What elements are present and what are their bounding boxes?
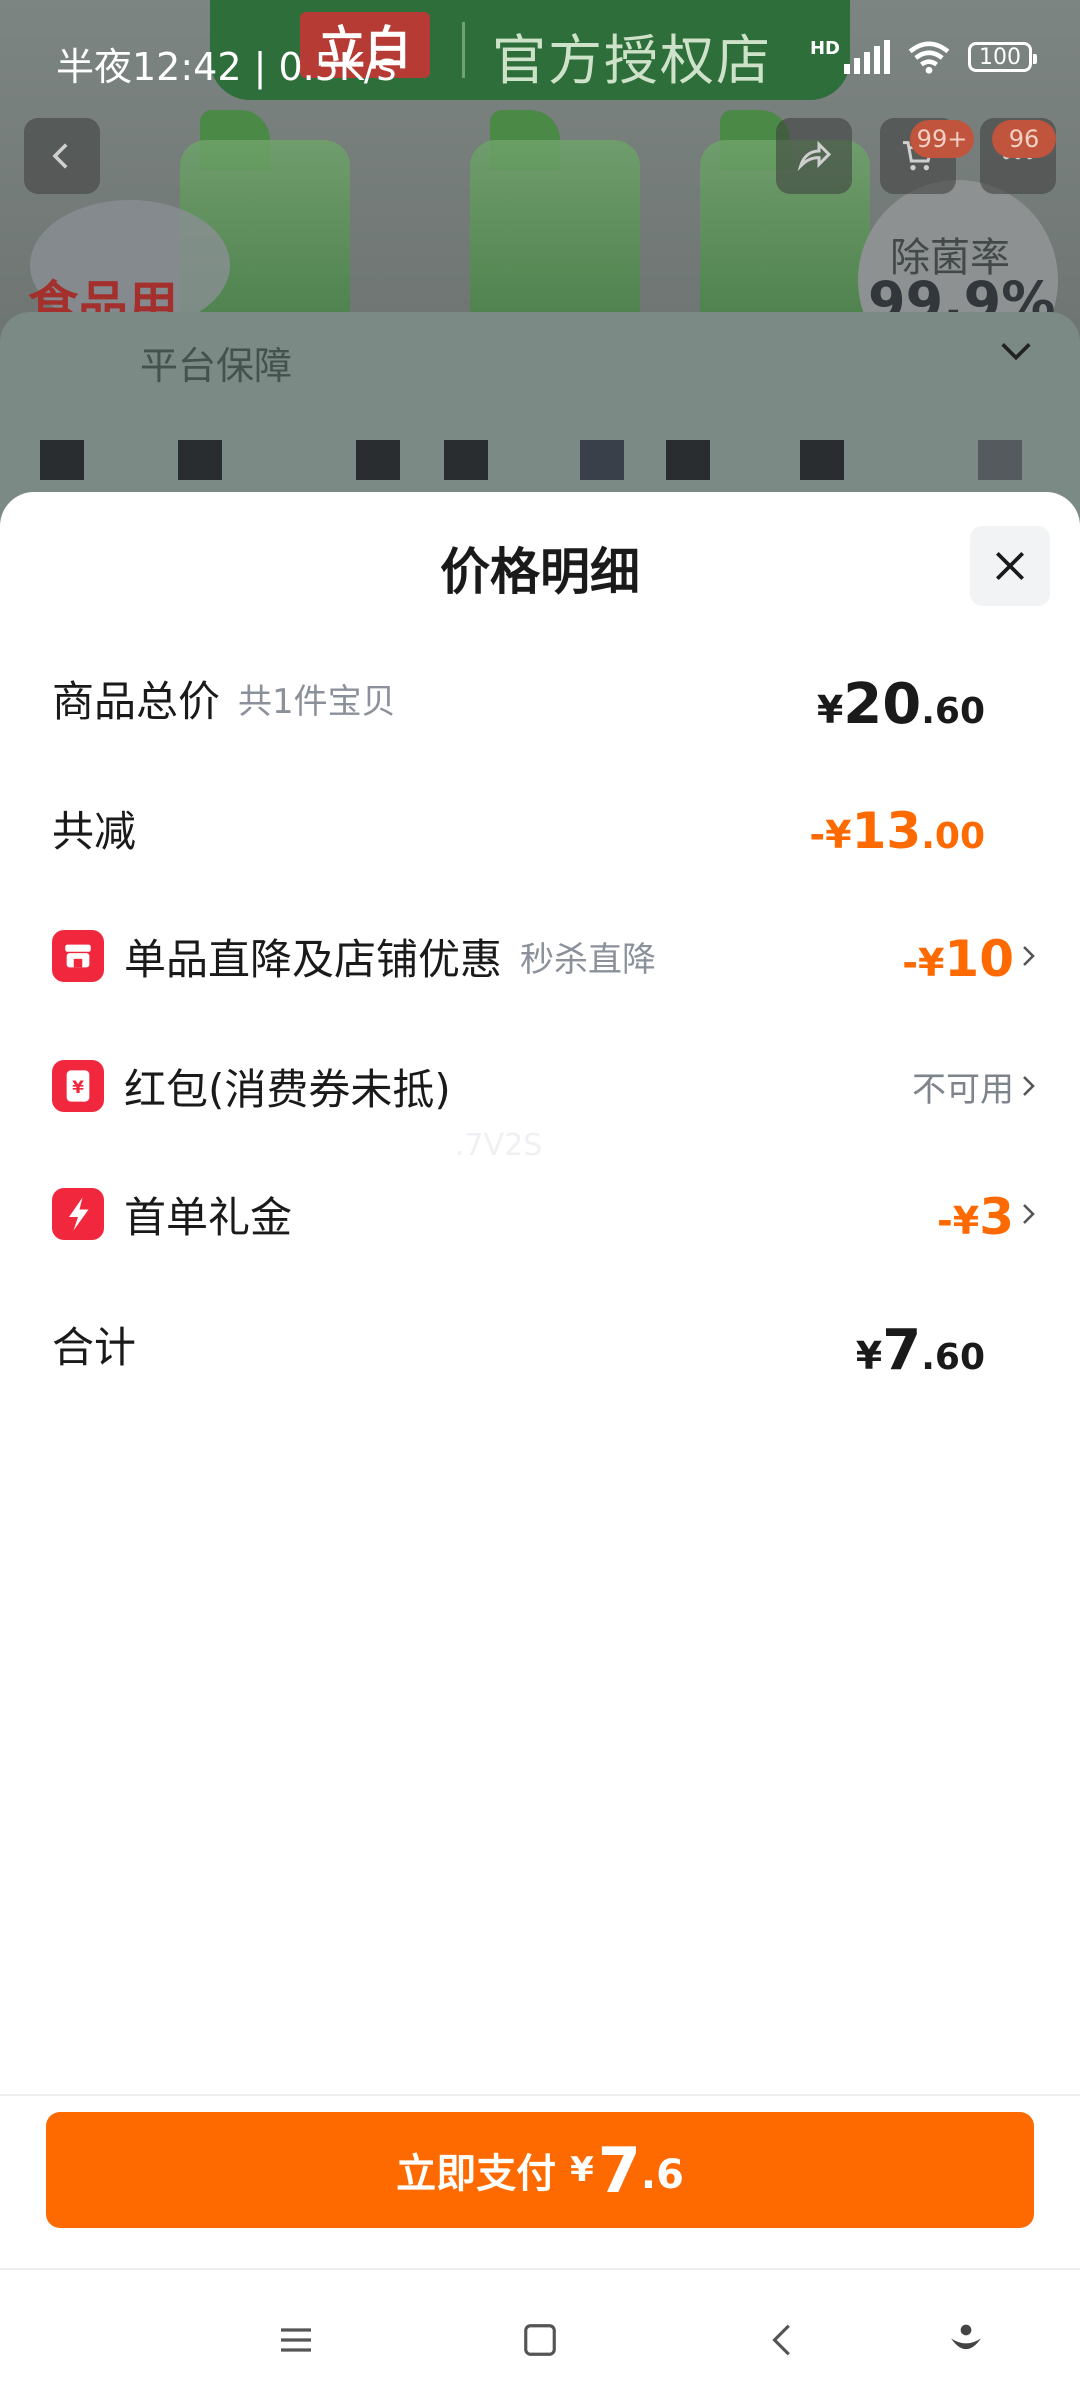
sheet-title: 价格明细: [440, 543, 640, 601]
amount-integer: 13: [851, 802, 922, 860]
currency-symbol: -¥: [902, 941, 945, 985]
first-order-gift-label: 首单礼金: [124, 1192, 293, 1242]
amount-decimal: .60: [921, 691, 985, 732]
message-count-badge: 96: [992, 120, 1056, 158]
first-order-gift-amount: -¥ 3: [937, 1174, 1014, 1254]
store-discount-amount: -¥ 10: [902, 916, 1014, 996]
flash-sale-note: 秒杀直降: [520, 939, 657, 980]
close-button[interactable]: [970, 526, 1050, 606]
pay-amount-decimal: .6: [640, 2152, 684, 2198]
share-icon: [797, 140, 832, 172]
pay-now-button[interactable]: 立即支付 ¥ 7 .6: [46, 2112, 1034, 2228]
red-packet-icon: ¥: [52, 1060, 104, 1112]
back-nav-button[interactable]: [754, 2310, 814, 2370]
currency-symbol: ¥: [816, 688, 844, 732]
option-thumbnails: [40, 440, 1022, 480]
cart-count-badge: 99+: [910, 120, 974, 158]
item-count-note: 共1件宝贝: [238, 681, 396, 722]
svg-text:¥: ¥: [72, 1078, 84, 1098]
system-navigation-bar: [0, 2268, 1080, 2400]
store-icon: [52, 930, 104, 982]
close-icon: [995, 551, 1025, 581]
first-order-gift-row[interactable]: 首单礼金 -¥ 3: [0, 1174, 1080, 1254]
pay-button-label: 立即支付: [396, 2151, 557, 2197]
share-button[interactable]: [776, 118, 852, 194]
row-label: 单品直降及店铺优惠 秒杀直降: [124, 916, 656, 996]
footer-divider: [0, 2094, 1080, 2096]
pay-amount-integer: 7: [597, 2133, 641, 2207]
red-packet-status: 不可用: [912, 1069, 1014, 1110]
amount-decimal: .00: [921, 816, 985, 857]
home-square-icon: [524, 2324, 556, 2356]
lightning-icon: [52, 1188, 104, 1240]
currency-symbol: -¥: [809, 813, 852, 857]
grand-total-amount: ¥7.60: [856, 1304, 985, 1384]
signal-icon: [844, 40, 890, 74]
pay-currency: ¥: [570, 2150, 594, 2190]
watermark-text: .7V2S: [455, 1128, 543, 1163]
red-packet-label: 红包(消费券未抵): [124, 1064, 451, 1114]
battery-icon: 100: [968, 42, 1037, 72]
store-discount-label: 单品直降及店铺优惠: [124, 934, 503, 984]
store-discount-row[interactable]: 单品直降及店铺优惠 秒杀直降 -¥ 10: [0, 916, 1080, 996]
status-time: 半夜12:42 | 0.5K/s: [56, 45, 397, 89]
wifi-icon: [908, 41, 950, 74]
network-speed: 0.5K/s: [278, 45, 397, 89]
total-discount-label: 共减: [52, 806, 137, 856]
currency-symbol: ¥: [855, 1334, 883, 1378]
chevron-down-icon: [1001, 343, 1031, 361]
battery-level: 100: [979, 44, 1021, 70]
back-arrow-icon: [772, 2324, 790, 2356]
amount-integer: 10: [944, 930, 1014, 988]
row-label: 商品总价 共1件宝贝: [52, 658, 396, 738]
total-discount-amount: -¥ 13.00: [809, 788, 985, 868]
assistant-nav-button[interactable]: [936, 2310, 996, 2370]
chevron-right-icon: [1023, 1076, 1035, 1096]
grand-total-row: 合计 ¥7.60: [0, 1304, 1080, 1384]
clock: 半夜12:42: [56, 45, 242, 89]
amount-integer: 7: [882, 1318, 922, 1383]
status-icons: HD 100: [809, 37, 1037, 74]
total-goods-price-row: 商品总价 共1件宝贝 ¥20.60: [0, 658, 1080, 738]
assistant-icon: [951, 2324, 981, 2350]
total-goods-label: 商品总价: [52, 676, 221, 726]
price-detail-sheet: 价格明细 商品总价 共1件宝贝 ¥20.60 共减 -¥ 13.00 单品直降及店…: [0, 492, 1080, 2268]
menu-icon: [281, 2328, 311, 2352]
menu-nav-button[interactable]: [266, 2310, 326, 2370]
currency-symbol: -¥: [936, 1199, 980, 1243]
guarantee-text: 平台保障: [140, 344, 293, 388]
chevron-right-icon: [1023, 1204, 1035, 1224]
back-button[interactable]: [24, 118, 100, 194]
chevron-right-icon: [1023, 946, 1035, 966]
amount-integer: 20: [843, 672, 922, 737]
amount-integer: 3: [979, 1188, 1014, 1246]
chevron-left-icon: [52, 143, 68, 169]
hd-label: HD: [809, 37, 840, 59]
amount-decimal: .60: [921, 1337, 985, 1378]
home-nav-button[interactable]: [510, 2310, 570, 2370]
total-goods-amount: ¥20.60: [817, 658, 985, 738]
status-bar: 半夜12:42 | 0.5K/s HD 100: [0, 0, 1080, 100]
total-discount-row: 共减 -¥ 13.00: [0, 788, 1080, 868]
grand-total-label: 合计: [52, 1322, 137, 1372]
red-packet-row[interactable]: ¥ 红包(消费券未抵) 不可用: [0, 1046, 1080, 1126]
